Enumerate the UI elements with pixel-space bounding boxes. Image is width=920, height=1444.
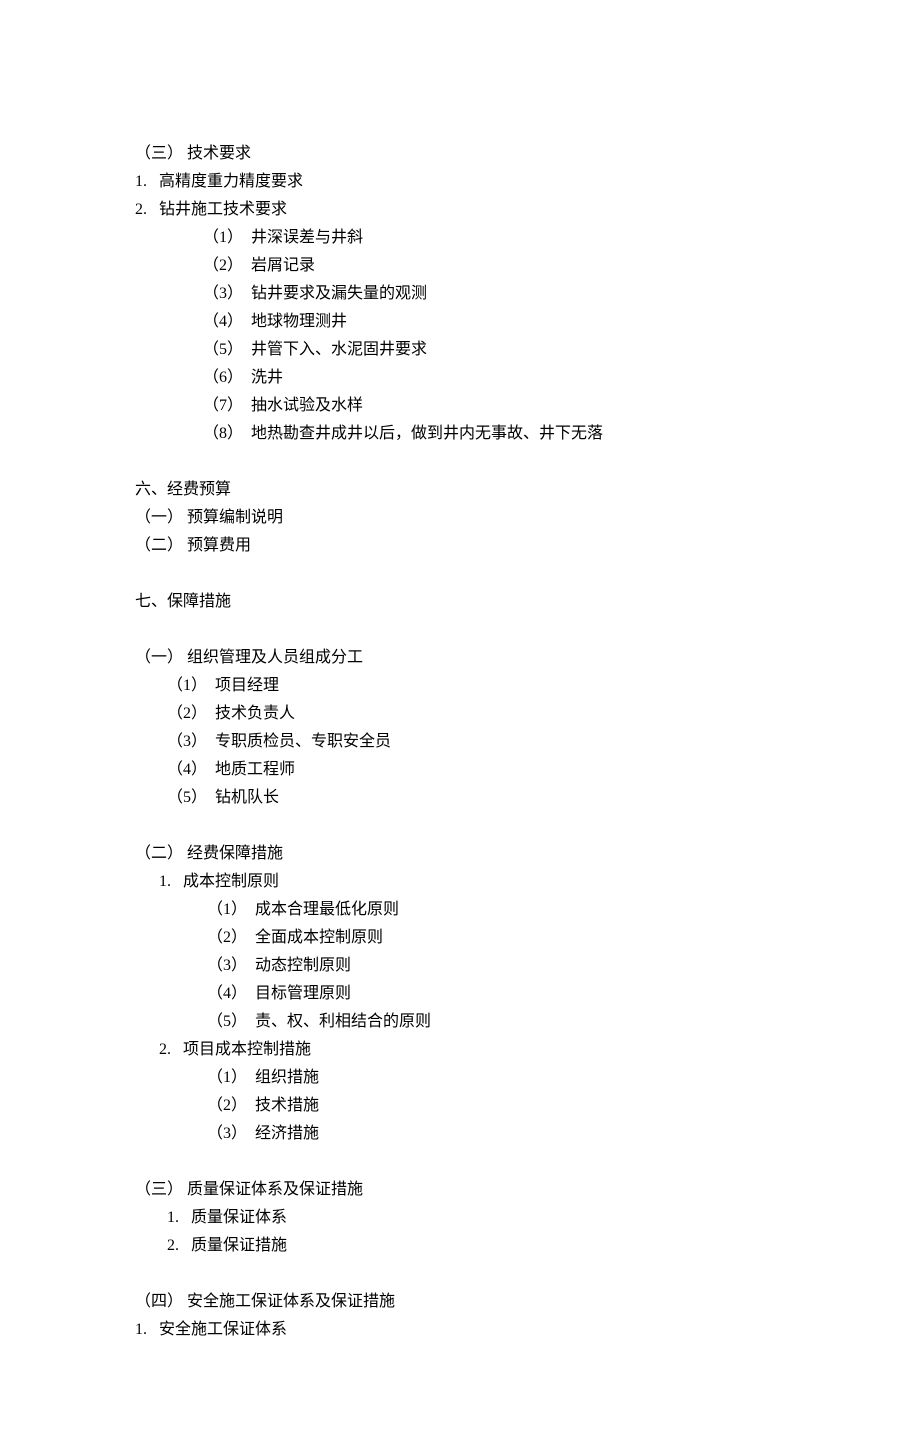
section-3-sub-5: （5） 井管下入、水泥固井要求 bbox=[135, 336, 785, 364]
section-7-1-item-1: （1） 项目经理 bbox=[135, 672, 785, 700]
section-3-sub-3: （3） 钻井要求及漏失量的观测 bbox=[135, 280, 785, 308]
section-7-1-item-4: （4） 地质工程师 bbox=[135, 756, 785, 784]
spacer bbox=[135, 448, 785, 476]
section-3-sub-4: （4） 地球物理测井 bbox=[135, 308, 785, 336]
section-7-2-1-sub-4: （4） 目标管理原则 bbox=[135, 980, 785, 1008]
section-7-1-item-5: （5） 钻机队长 bbox=[135, 784, 785, 812]
section-3-sub-8: （8） 地热勘查井成井以后，做到井内无事故、井下无落 bbox=[135, 420, 785, 448]
section-3-item-1: 1. 高精度重力精度要求 bbox=[135, 168, 785, 196]
section-6-title: 六、经费预算 bbox=[135, 476, 785, 504]
section-7-3-title: （三） 质量保证体系及保证措施 bbox=[135, 1176, 785, 1204]
section-7-title: 七、保障措施 bbox=[135, 588, 785, 616]
section-3-sub-6: （6） 洗井 bbox=[135, 364, 785, 392]
section-6-item-1: （一） 预算编制说明 bbox=[135, 504, 785, 532]
section-7-2-1-sub-5: （5） 责、权、利相结合的原则 bbox=[135, 1008, 785, 1036]
section-7-2-1-sub-1: （1） 成本合理最低化原则 bbox=[135, 896, 785, 924]
section-7-2-2-sub-3: （3） 经济措施 bbox=[135, 1120, 785, 1148]
section-7-3-item-1: 1. 质量保证体系 bbox=[135, 1204, 785, 1232]
section-7-2-item-1: 1. 成本控制原则 bbox=[135, 868, 785, 896]
section-6-item-2: （二） 预算费用 bbox=[135, 532, 785, 560]
section-7-2-item-2: 2. 项目成本控制措施 bbox=[135, 1036, 785, 1064]
section-7-2-2-sub-2: （2） 技术措施 bbox=[135, 1092, 785, 1120]
section-3-title: （三） 技术要求 bbox=[135, 140, 785, 168]
section-7-2-1-sub-2: （2） 全面成本控制原则 bbox=[135, 924, 785, 952]
section-7-2-2-sub-1: （1） 组织措施 bbox=[135, 1064, 785, 1092]
section-7-1-title: （一） 组织管理及人员组成分工 bbox=[135, 644, 785, 672]
spacer bbox=[135, 1148, 785, 1176]
section-7-1-item-3: （3） 专职质检员、专职安全员 bbox=[135, 728, 785, 756]
section-7-3-item-2: 2. 质量保证措施 bbox=[135, 1232, 785, 1260]
section-7-4-title: （四） 安全施工保证体系及保证措施 bbox=[135, 1288, 785, 1316]
section-3-sub-2: （2） 岩屑记录 bbox=[135, 252, 785, 280]
section-3-sub-7: （7） 抽水试验及水样 bbox=[135, 392, 785, 420]
spacer bbox=[135, 1260, 785, 1288]
section-7-4-item-1: 1. 安全施工保证体系 bbox=[135, 1316, 785, 1344]
spacer bbox=[135, 812, 785, 840]
section-7-2-title: （二） 经费保障措施 bbox=[135, 840, 785, 868]
section-3-item-2: 2. 钻井施工技术要求 bbox=[135, 196, 785, 224]
spacer bbox=[135, 560, 785, 588]
section-7-1-item-2: （2） 技术负责人 bbox=[135, 700, 785, 728]
spacer bbox=[135, 616, 785, 644]
section-7-2-1-sub-3: （3） 动态控制原则 bbox=[135, 952, 785, 980]
section-3-sub-1: （1） 井深误差与井斜 bbox=[135, 224, 785, 252]
